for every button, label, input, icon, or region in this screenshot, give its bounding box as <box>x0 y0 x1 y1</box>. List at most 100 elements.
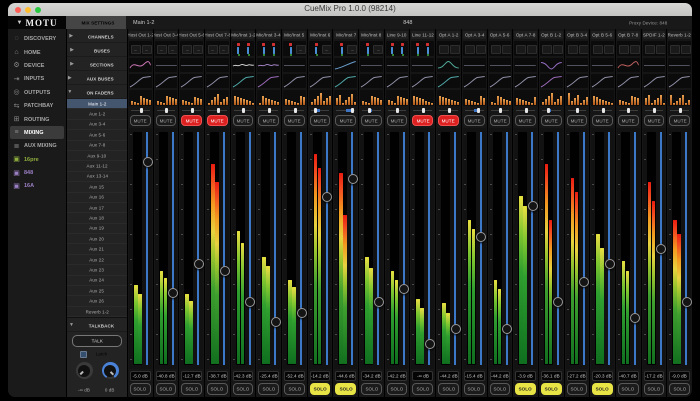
dim-knob[interactable] <box>102 362 119 379</box>
pan-slider[interactable] <box>566 107 589 113</box>
fader-db-value[interactable]: -40.7 dB <box>618 371 639 381</box>
fader-db-value[interactable]: -36.1 dB <box>541 371 562 381</box>
faders-list-item[interactable]: Aux 3-4 <box>67 120 127 130</box>
mute-button[interactable]: MUTE <box>181 115 202 126</box>
pan-slider[interactable] <box>386 107 409 113</box>
channel-input-controls[interactable]: –– <box>180 41 203 56</box>
solo-button[interactable]: SOLO <box>592 383 613 395</box>
fader-knob[interactable] <box>143 157 153 167</box>
eq-display[interactable] <box>437 58 460 72</box>
mute-button[interactable]: MUTE <box>258 115 279 126</box>
fader-knob[interactable] <box>348 174 358 184</box>
sidebar-item-device[interactable]: ⚙DEVICE <box>8 59 66 72</box>
channel-name[interactable]: SPDIF 1-2 <box>643 31 666 39</box>
solo-button[interactable]: SOLO <box>669 383 690 395</box>
sidebar-item-discovery[interactable]: ◌DISCOVERY <box>8 32 66 45</box>
pan-handle[interactable] <box>165 108 168 114</box>
fader-db-value[interactable]: -∞ dB <box>412 371 433 381</box>
fader-db-value[interactable]: -9.0 dB <box>669 371 690 381</box>
mute-button[interactable]: MUTE <box>490 115 511 126</box>
dynamics-display[interactable] <box>206 74 229 88</box>
fader-track[interactable] <box>300 132 302 365</box>
sidebar-item-inputs[interactable]: ⇥INPUTS <box>8 72 66 85</box>
channel-input-controls[interactable] <box>232 41 255 56</box>
fader-track[interactable] <box>249 132 251 365</box>
fader-knob[interactable] <box>656 244 666 254</box>
eq-display[interactable] <box>180 58 203 72</box>
faders-list-item[interactable]: Aux 26 <box>67 296 127 306</box>
eq-display[interactable] <box>566 58 589 72</box>
mute-button[interactable]: MUTE <box>310 115 331 126</box>
dynamics-display[interactable] <box>514 74 537 88</box>
dynamics-display[interactable] <box>437 74 460 88</box>
fader-track[interactable] <box>634 132 636 365</box>
fader-db-value[interactable]: -20.3 dB <box>592 371 613 381</box>
pan-handle[interactable] <box>314 108 317 114</box>
pan-handle[interactable] <box>368 108 371 114</box>
sidebar-device-16a[interactable]: ▣16A <box>8 179 66 192</box>
channel-name[interactable]: Opt B 5-6 <box>591 31 614 39</box>
fader-db-value[interactable]: -12.7 dB <box>181 371 202 381</box>
trim-slider[interactable] <box>235 43 242 54</box>
fader-track[interactable] <box>351 132 353 365</box>
solo-button[interactable]: SOLO <box>644 383 665 395</box>
dynamics-display[interactable] <box>334 74 357 88</box>
channel-input-controls[interactable] <box>463 41 486 56</box>
fader-knob[interactable] <box>374 297 384 307</box>
mute-button[interactable]: MUTE <box>284 115 305 126</box>
pan-handle[interactable] <box>217 108 220 114</box>
channel-name[interactable]: Host Out 7-8 <box>206 31 229 39</box>
trim-slider[interactable] <box>260 43 267 54</box>
talkback-header[interactable]: ▼TALKBACK <box>67 318 127 332</box>
faders-list-item[interactable]: Aux 22 <box>67 255 127 265</box>
fader-track[interactable] <box>685 132 687 365</box>
eq-display[interactable] <box>540 58 563 72</box>
eq-display[interactable] <box>489 58 512 72</box>
channel-input-controls[interactable] <box>668 41 691 56</box>
faders-list-item[interactable]: Aux 13-14 <box>67 172 127 182</box>
channel-input-controls[interactable] <box>489 41 512 56</box>
sidebar-item-outputs[interactable]: ◎OUTPUTS <box>8 86 66 99</box>
fader-knob[interactable] <box>322 192 332 202</box>
trim-slider[interactable] <box>424 43 431 54</box>
dynamics-display[interactable] <box>155 74 178 88</box>
eq-display[interactable] <box>463 58 486 72</box>
channel-input-controls[interactable] <box>617 41 640 56</box>
channel-input-controls[interactable]: – <box>309 41 332 56</box>
channel-input-controls[interactable]: – <box>283 41 306 56</box>
channel-name[interactable]: Mic/Inst 7 <box>334 31 357 39</box>
dynamics-display[interactable] <box>617 74 640 88</box>
pan-slider[interactable] <box>540 107 563 113</box>
dynamics-display[interactable] <box>257 74 280 88</box>
channel-name[interactable]: Opt A 5-6 <box>489 31 512 39</box>
faders-list-item[interactable]: Aux 16 <box>67 193 127 203</box>
fader-db-value[interactable]: -42.2 dB <box>387 371 408 381</box>
eq-display[interactable] <box>386 58 409 72</box>
solo-button[interactable]: SOLO <box>412 383 433 395</box>
dynamics-display[interactable] <box>566 74 589 88</box>
fader-knob[interactable] <box>630 313 640 323</box>
fader-track[interactable] <box>146 132 148 365</box>
fader-db-value[interactable]: -44.2 dB <box>438 371 459 381</box>
eq-display[interactable] <box>411 58 434 72</box>
pan-slider[interactable] <box>309 107 332 113</box>
pan-slider[interactable] <box>643 107 666 113</box>
dynamics-display[interactable] <box>129 74 152 88</box>
eq-display[interactable] <box>334 58 357 72</box>
trim-slider[interactable] <box>399 43 406 54</box>
fader-knob[interactable] <box>605 259 615 269</box>
faders-list-item[interactable]: Aux 23 <box>67 265 127 275</box>
pan-slider[interactable] <box>334 107 357 113</box>
pan-slider[interactable] <box>489 107 512 113</box>
pan-handle[interactable] <box>191 108 194 114</box>
fader-db-value[interactable]: -27.2 dB <box>567 371 588 381</box>
pan-slider[interactable] <box>180 107 203 113</box>
fader-knob[interactable] <box>220 266 230 276</box>
dynamics-display[interactable] <box>463 74 486 88</box>
sidebar-item-patchbay[interactable]: ⇆PATCHBAY <box>8 99 66 112</box>
pan-slider[interactable] <box>232 107 255 113</box>
pan-handle[interactable] <box>653 108 656 114</box>
pan-slider[interactable] <box>129 107 152 113</box>
pan-slider[interactable] <box>360 107 383 113</box>
channel-name[interactable]: Opt A 7-8 <box>514 31 537 39</box>
